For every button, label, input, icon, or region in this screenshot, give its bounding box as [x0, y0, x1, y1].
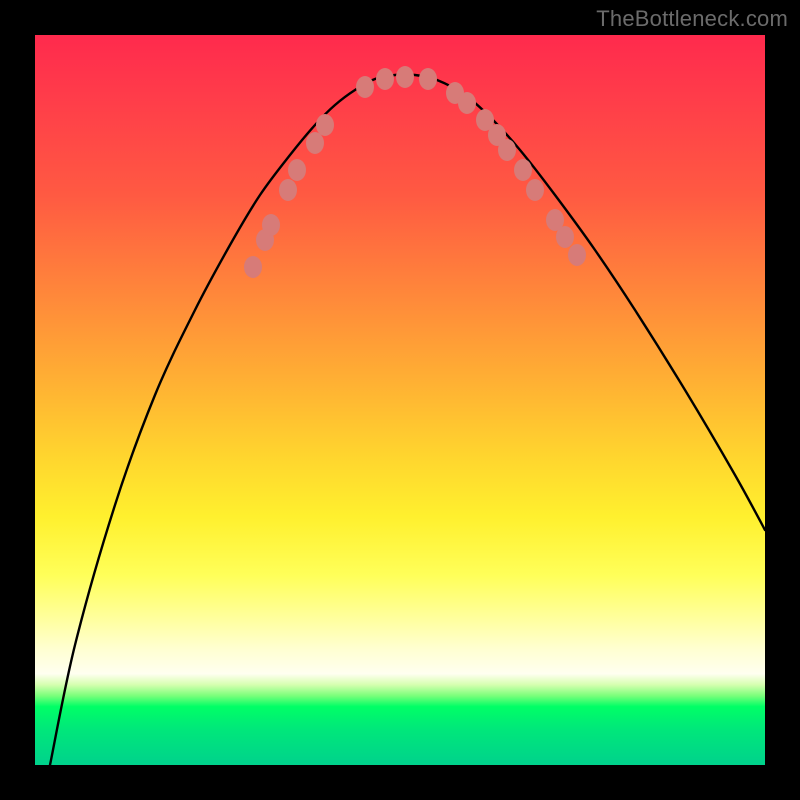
- highlight-dot: [556, 226, 574, 248]
- highlight-dot: [316, 114, 334, 136]
- highlight-markers: [244, 66, 586, 278]
- highlight-dot: [262, 214, 280, 236]
- chart-stage: TheBottleneck.com: [0, 0, 800, 800]
- highlight-dot: [498, 139, 516, 161]
- highlight-dot: [396, 66, 414, 88]
- highlight-dot: [288, 159, 306, 181]
- highlight-dot: [419, 68, 437, 90]
- highlight-dot: [526, 179, 544, 201]
- watermark-text: TheBottleneck.com: [596, 6, 788, 32]
- plot-area: [35, 35, 765, 765]
- bottleneck-chart: [35, 35, 765, 765]
- highlight-dot: [568, 244, 586, 266]
- highlight-dot: [356, 76, 374, 98]
- highlight-dot: [376, 68, 394, 90]
- bottleneck-curve-line: [50, 74, 765, 765]
- highlight-dot: [458, 92, 476, 114]
- highlight-dot: [514, 159, 532, 181]
- highlight-dot: [279, 179, 297, 201]
- highlight-dot: [306, 132, 324, 154]
- highlight-dot: [244, 256, 262, 278]
